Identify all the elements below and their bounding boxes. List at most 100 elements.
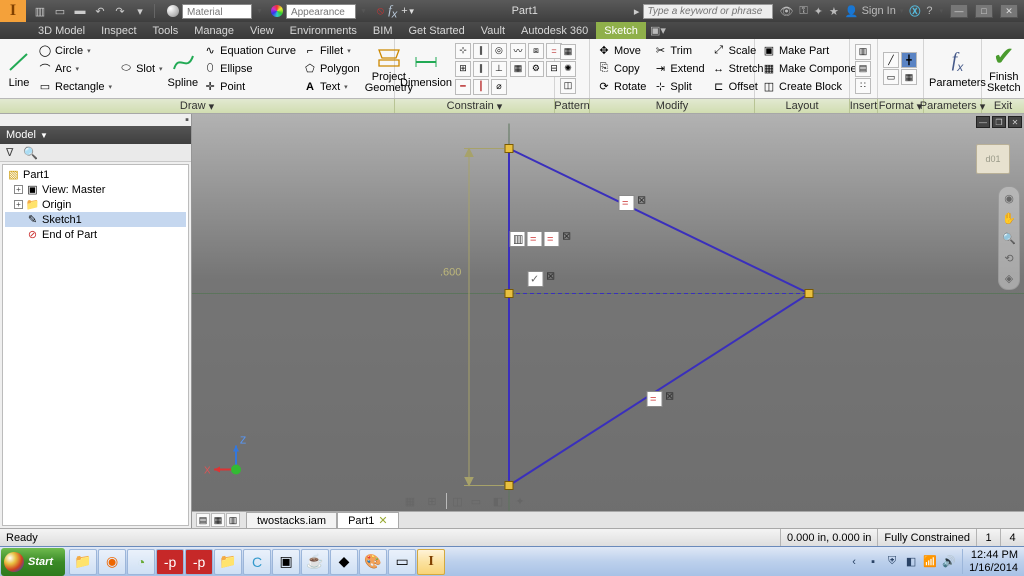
show-constraints-icon[interactable]: ▦ [510,61,526,77]
qat-open-icon[interactable]: ▭ [52,3,68,19]
maximize-button[interactable]: □ [975,4,993,18]
constraint-perpendicular-icon[interactable]: ⊥ [491,61,507,77]
help-icon[interactable]: ? [926,5,932,17]
trim-button[interactable]: ✂Trim [651,42,706,59]
browser-header[interactable]: Model▼ [0,126,191,144]
constraint-horizontal-icon[interactable]: ━ [455,79,471,95]
constraint-concentric-icon[interactable]: ◎ [491,43,507,59]
slice-icon[interactable]: ◧ [490,493,506,509]
point-button[interactable]: ✛Point [201,78,298,95]
tab-inspect[interactable]: Inspect [93,22,144,39]
panel-label-parameters[interactable]: Parameters ▾ [924,99,982,113]
constraint-tangent-icon[interactable]: ⌀ [491,79,507,95]
fx-icon[interactable]: fx [388,2,397,21]
constraint-symmetric-icon[interactable]: ⧈ [528,43,544,59]
panel-label-pattern[interactable]: Pattern [555,99,590,113]
task-paint-icon[interactable]: 🎨 [359,549,387,575]
constraint-vertical-icon[interactable]: ┃ [473,79,489,95]
qat-more-icon[interactable]: ▼ [408,7,416,16]
arrange-icon[interactable]: ▤ [196,513,210,527]
tray-shield-icon[interactable]: ⛨ [885,555,899,569]
task-folder-icon[interactable]: 📁 [214,549,242,575]
qat-dd-icon[interactable]: ▾ [132,3,148,19]
insert-image-icon[interactable]: ▥ [855,44,871,60]
task-terminal-icon[interactable]: ▣ [272,549,300,575]
driven-dim-icon[interactable]: ▭ [883,69,899,85]
expander-icon[interactable]: + [14,185,23,194]
tab-view[interactable]: View [242,22,282,39]
finish-sketch-button[interactable]: ✔ FinishSketch [987,41,1021,96]
task-win-icon[interactable]: ▭ [388,549,416,575]
tray-app-icon[interactable]: ◧ [904,555,918,569]
panel-label-exit[interactable]: Exit [982,99,1024,113]
task-code-icon[interactable]: C [243,549,271,575]
task-explorer-icon[interactable]: 📁 [69,549,97,575]
wrench-icon[interactable]: ✦ [814,5,823,18]
tree-end-of-part[interactable]: ⊘End of Part [5,227,186,242]
canvas[interactable]: — ❐ ✕ d01 ◉ ✋ 🔍 ⟲ ◈ [192,114,1024,528]
rectangular-pattern-icon[interactable]: ▦ [560,44,576,60]
qat-redo-icon[interactable]: ↷ [112,3,128,19]
panel-label-format[interactable]: Format ▾ [878,99,924,113]
show-format-icon[interactable]: ▦ [901,69,917,85]
search-chevron-icon[interactable]: ▸ [634,5,640,18]
clear-override-icon[interactable]: ⦸ [377,5,384,18]
find-icon[interactable]: 🔍 [23,146,38,160]
extend-button[interactable]: ⇥Extend [651,60,706,77]
doc-tab-twostacks[interactable]: twostacks.iam [246,512,337,528]
expander-icon[interactable]: + [14,200,23,209]
panel-label-modify[interactable]: Modify [590,99,755,113]
doc-tab-part1[interactable]: Part1✕ [337,512,399,528]
snap-icon[interactable]: ⊞ [424,493,440,509]
rectangle-button[interactable]: ▭Rectangle▾ [36,78,114,95]
chevron-down-icon[interactable]: ▼ [256,8,263,15]
filter-icon[interactable]: ∇ [6,146,13,159]
parameters-button[interactable]: fx Parameters [929,41,986,96]
line-button[interactable]: Line [5,41,33,96]
appearance-dropdown[interactable]: Appearance [286,4,356,19]
constraint-collinear-icon[interactable]: ∥ [473,43,489,59]
mirror-icon[interactable]: ◫ [560,78,576,94]
taskbar-clock[interactable]: 12:44 PM 1/16/2014 [962,549,1024,573]
rotate-button[interactable]: ⟳Rotate [595,78,648,95]
tab-autodesk360[interactable]: Autodesk 360 [513,22,596,39]
ortho-icon[interactable]: ◫ [446,493,462,509]
slot-button[interactable]: ⬭Slot▾ [117,60,164,77]
sign-in-button[interactable]: 👤 Sign In ▾ [845,5,903,18]
polygon-button[interactable]: ⬠Polygon [301,60,362,77]
tree-origin[interactable]: +📁Origin [5,197,186,212]
circle-button[interactable]: ◯Circle▾ [36,42,114,59]
cascade-icon[interactable]: ▥ [226,513,240,527]
construction-icon[interactable]: ╱ [883,52,899,68]
spline-button[interactable]: Spline [168,41,199,96]
task-inventor-icon[interactable]: I [417,549,445,575]
close-button[interactable]: ✕ [1000,4,1018,18]
tab-bim[interactable]: BIM [365,22,401,39]
constraint-fix-icon[interactable]: ⊞ [455,61,471,77]
ellipse-button[interactable]: ⬯Ellipse [201,60,298,77]
centerline-icon[interactable]: ╋ [901,52,917,68]
qat-save-icon[interactable]: ▬ [72,3,88,19]
panel-label-insert[interactable]: Insert [850,99,878,113]
task-app3-icon[interactable]: -p [185,549,213,575]
panel-label-layout[interactable]: Layout [755,99,850,113]
task-firefox-icon[interactable]: ◉ [98,549,126,575]
tray-icon[interactable]: ▪ [866,555,880,569]
grid-display-icon[interactable]: ▦ [402,493,418,509]
app-logo[interactable]: I [0,0,26,22]
fillet-button[interactable]: ⌐Fillet▾ [301,42,362,59]
minimize-button[interactable]: — [950,4,968,18]
tray-volume-icon[interactable]: 🔊 [942,555,956,569]
arc-button[interactable]: ⌒Arc▾ [36,60,114,77]
task-app2-icon[interactable]: -p [156,549,184,575]
search-input[interactable] [643,4,773,19]
tile-icon[interactable]: ▦ [211,513,225,527]
task-app1-icon[interactable]: ◔ [127,549,155,575]
ruler-icon[interactable]: ▭ [468,493,484,509]
material-dropdown[interactable]: Material [182,4,252,19]
tab-3d-model[interactable]: 3D Model [30,22,93,39]
start-button[interactable]: Start [1,548,65,576]
qat-new-icon[interactable]: ▥ [32,3,48,19]
tree-sketch1[interactable]: ✎Sketch1 [5,212,186,227]
constraint-parallel-icon[interactable]: ∥ [473,61,489,77]
